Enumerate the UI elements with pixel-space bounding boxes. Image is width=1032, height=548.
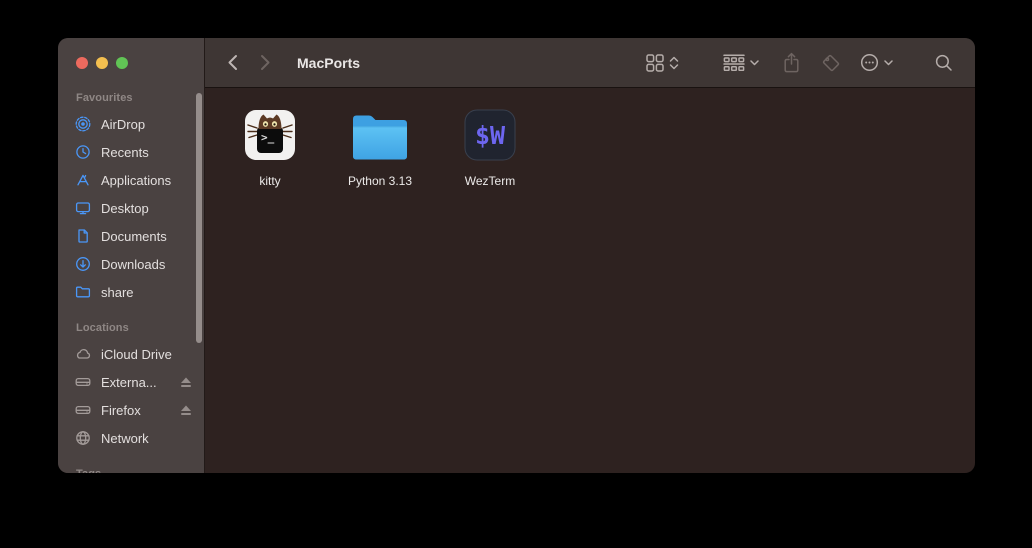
sidebar-item-airdrop[interactable]: AirDrop: [74, 110, 198, 138]
sidebar: Favourites AirDrop: [58, 38, 205, 473]
forward-button[interactable]: [260, 54, 271, 71]
sidebar-item-label: iCloud Drive: [101, 347, 172, 362]
section-header: Tags: [74, 460, 198, 473]
external-drive-icon: [74, 374, 92, 390]
sidebar-item-label: share: [101, 285, 134, 300]
sidebar-item-label: AirDrop: [101, 117, 145, 132]
svg-text:>_: >_: [261, 131, 275, 144]
traffic-lights: [58, 38, 204, 69]
file-item-wezterm[interactable]: $W WezTerm: [439, 109, 541, 188]
sidebar-sections: Favourites AirDrop: [58, 84, 204, 473]
sidebar-item-desktop[interactable]: Desktop: [74, 194, 198, 222]
chevron-down-icon: [884, 60, 893, 66]
globe-icon: [74, 430, 92, 446]
file-grid: >_ kitty: [205, 88, 975, 473]
search-icon: [935, 54, 953, 72]
back-button[interactable]: [227, 54, 238, 71]
window-title: MacPorts: [297, 55, 360, 71]
sidebar-item-icloud-drive[interactable]: iCloud Drive: [74, 340, 198, 368]
sidebar-item-label: Externa...: [101, 375, 157, 390]
file-label: kitty: [259, 174, 280, 188]
sidebar-item-firefox[interactable]: Firefox: [74, 396, 198, 424]
icon-view-button[interactable]: [646, 54, 679, 72]
airdrop-icon: [74, 116, 92, 132]
appstore-a-icon: [74, 172, 92, 188]
search-button[interactable]: [935, 54, 953, 72]
cloud-icon: [74, 346, 92, 362]
sidebar-item-label: Network: [101, 431, 149, 446]
sidebar-item-external-drive[interactable]: Externa...: [74, 368, 198, 396]
sidebar-item-label: Firefox: [101, 403, 141, 418]
minimize-window-button[interactable]: [96, 57, 108, 69]
external-drive-icon: [74, 402, 92, 418]
section-header: Locations: [74, 314, 198, 340]
sidebar-item-label: Applications: [101, 173, 171, 188]
download-circle-icon: [74, 256, 92, 272]
wezterm-app-icon: $W: [461, 109, 519, 163]
kitty-app-icon: >_: [241, 109, 299, 163]
share-button[interactable]: [783, 52, 800, 73]
desktop-icon: [74, 200, 92, 216]
sidebar-item-applications[interactable]: Applications: [74, 166, 198, 194]
tag-button[interactable]: [822, 54, 840, 72]
sidebar-item-share[interactable]: share: [74, 278, 198, 306]
toolbar: MacPorts: [205, 38, 975, 88]
sidebar-item-label: Documents: [101, 229, 167, 244]
sidebar-item-downloads[interactable]: Downloads: [74, 250, 198, 278]
more-actions-button[interactable]: [860, 53, 893, 72]
sidebar-item-documents[interactable]: Documents: [74, 222, 198, 250]
file-label: WezTerm: [465, 174, 515, 188]
file-label: Python 3.13: [348, 174, 412, 188]
eject-button[interactable]: [180, 405, 192, 416]
section-header: Favourites: [74, 84, 198, 110]
zoom-window-button[interactable]: [116, 57, 128, 69]
clock-icon: [74, 144, 92, 160]
finder-window: Favourites AirDrop: [58, 38, 975, 473]
close-window-button[interactable]: [76, 57, 88, 69]
sidebar-item-network[interactable]: Network: [74, 424, 198, 452]
chevron-down-icon: [750, 60, 759, 66]
sidebar-item-label: Desktop: [101, 201, 149, 216]
eject-button[interactable]: [180, 377, 192, 388]
sidebar-item-label: Downloads: [101, 257, 165, 272]
document-icon: [74, 228, 92, 244]
sidebar-section-favourites: Favourites AirDrop: [74, 84, 198, 306]
blue-folder-icon: [351, 109, 409, 163]
sidebar-scrollbar[interactable]: [196, 93, 202, 343]
sidebar-item-label: Recents: [101, 145, 149, 160]
sidebar-section-locations: Locations iCloud Drive: [74, 314, 198, 452]
svg-text:$W: $W: [475, 121, 506, 150]
main-area: MacPorts: [205, 38, 975, 473]
file-item-python-folder[interactable]: Python 3.13: [329, 109, 431, 188]
file-item-kitty[interactable]: >_ kitty: [219, 109, 321, 188]
sidebar-item-recents[interactable]: Recents: [74, 138, 198, 166]
view-stepper-icon: [669, 55, 679, 71]
folder-icon: [74, 284, 92, 300]
group-by-button[interactable]: [723, 54, 759, 71]
sidebar-section-tags: Tags: [74, 460, 198, 473]
toolbar-right: [646, 52, 953, 73]
